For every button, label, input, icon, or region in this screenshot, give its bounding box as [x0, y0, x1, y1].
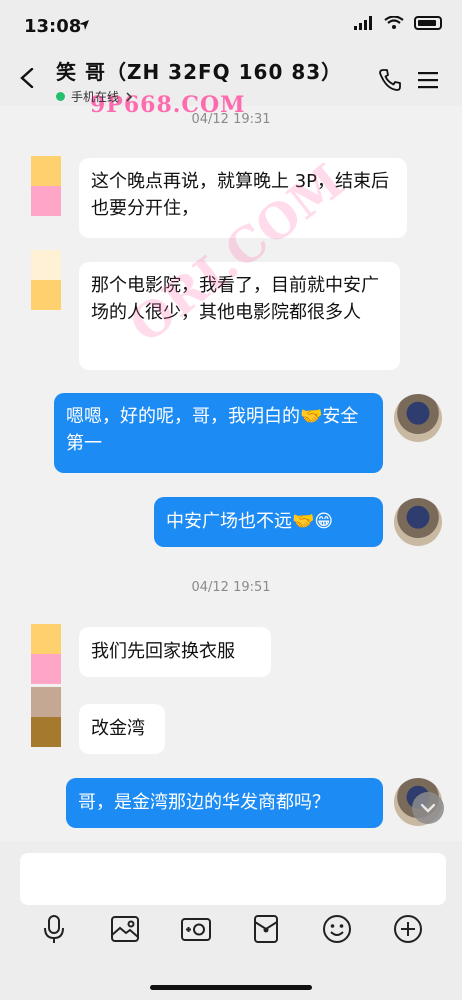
online-status-label: 手机在线	[71, 90, 120, 104]
input-toolbar	[0, 913, 462, 949]
location-arrow-icon	[79, 20, 89, 30]
my-avatar[interactable]	[394, 498, 442, 546]
chat-header: 笑 哥（ZH 32FQ 160 83） 9P668.COM 手机在线	[0, 50, 462, 118]
outgoing-message[interactable]: 哥，是金湾那边的华发商都吗？	[66, 778, 383, 828]
online-status[interactable]: 手机在线	[56, 88, 133, 105]
microphone-icon[interactable]	[38, 913, 70, 945]
status-bar: 13:08	[0, 0, 462, 50]
status-time: 13:08	[24, 16, 82, 37]
chat-message-list[interactable]: 04/12 19:31 这个晚点再说，就算晚上 3P，结束后也要分开住， 那个电…	[0, 106, 462, 841]
status-icons	[354, 16, 442, 30]
battery-icon	[414, 16, 442, 30]
message-timestamp: 04/12 19:31	[191, 112, 271, 127]
emoji-icon[interactable]	[321, 913, 353, 945]
image-icon[interactable]	[109, 913, 141, 945]
red-packet-icon[interactable]	[250, 913, 282, 945]
back-arrow-icon[interactable]	[18, 68, 38, 88]
camera-icon[interactable]	[180, 913, 212, 945]
outgoing-message[interactable]: 中安广场也不远🤝😁	[154, 497, 383, 547]
contact-name[interactable]: 笑 哥（ZH 32FQ 160 83）	[56, 56, 342, 85]
phone-call-icon[interactable]	[378, 68, 402, 92]
contact-avatar[interactable]	[31, 687, 61, 747]
outgoing-message[interactable]: 嗯嗯，好的呢，哥，我明白的🤝安全第一	[54, 393, 383, 473]
input-bar	[0, 841, 462, 1000]
menu-icon[interactable]	[416, 68, 440, 92]
online-dot-icon	[56, 92, 65, 101]
incoming-message[interactable]: 改金湾	[79, 704, 165, 754]
contact-avatar[interactable]	[31, 156, 61, 216]
my-avatar[interactable]	[394, 394, 442, 442]
incoming-message[interactable]: 我们先回家换衣服	[79, 627, 271, 677]
message-input[interactable]	[20, 853, 446, 905]
contact-avatar[interactable]	[31, 624, 61, 684]
wifi-icon	[384, 16, 404, 29]
contact-avatar[interactable]	[31, 250, 61, 310]
chevron-down-icon	[420, 803, 436, 813]
plus-icon[interactable]	[392, 913, 424, 945]
scroll-to-bottom-button[interactable]	[412, 792, 444, 824]
chevron-right-icon	[126, 91, 133, 102]
home-indicator	[150, 985, 312, 990]
signal-icon	[354, 16, 372, 30]
message-timestamp: 04/12 19:51	[191, 580, 271, 595]
